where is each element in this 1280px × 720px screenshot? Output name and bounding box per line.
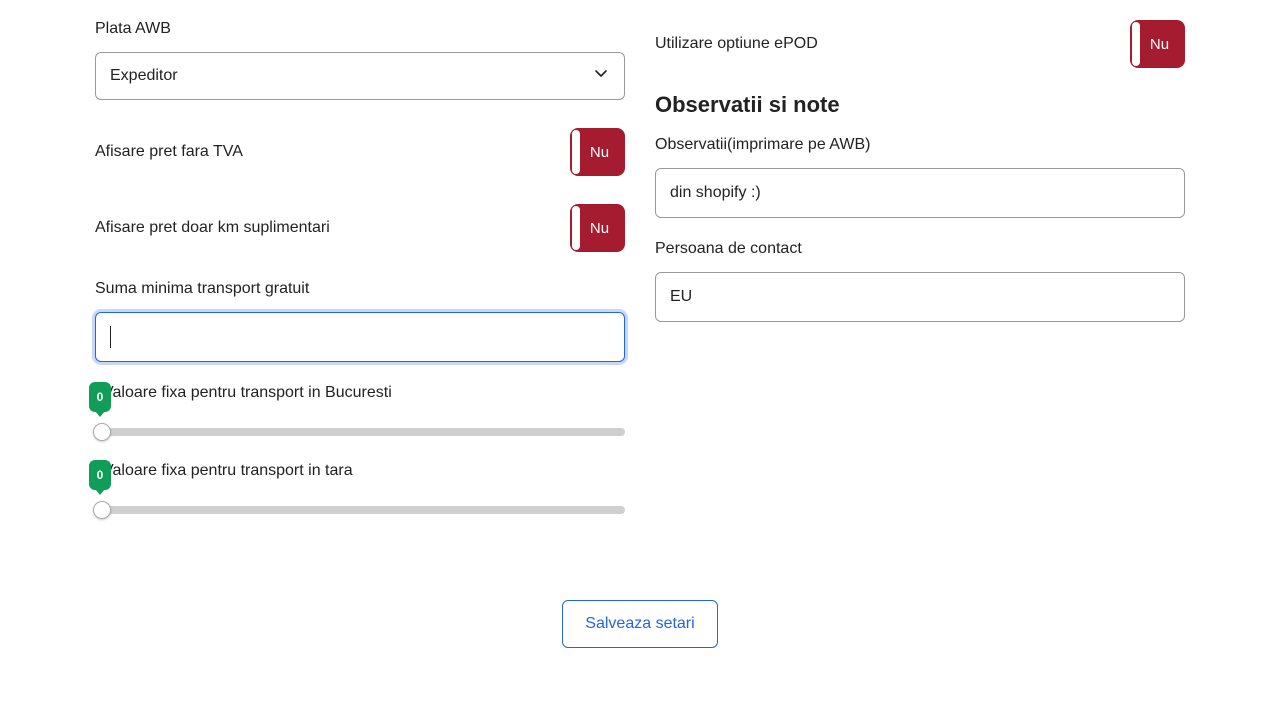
- persoana-contact-label: Persoana de contact: [655, 240, 1185, 258]
- toggle-knob: [572, 206, 580, 250]
- slider-tara-badge: 0: [89, 460, 111, 490]
- afisare-pret-km-toggle[interactable]: Nu: [570, 204, 625, 252]
- toggle-state-text: Nu: [590, 144, 609, 161]
- toggle-knob: [572, 130, 580, 174]
- slider-bucuresti-label: Valoare fixa pentru transport in Bucures…: [103, 384, 392, 402]
- slider-tara-thumb[interactable]: [93, 501, 111, 519]
- slider-tara-track[interactable]: [95, 506, 625, 514]
- afisare-pret-fara-tva-toggle[interactable]: Nu: [570, 128, 625, 176]
- epod-label: Utilizare optiune ePOD: [655, 35, 818, 53]
- toggle-state-text: Nu: [1150, 36, 1169, 53]
- afisare-pret-fara-tva-label: Afisare pret fara TVA: [95, 143, 243, 161]
- observatii-heading: Observatii si note: [655, 92, 1185, 118]
- observatii-input[interactable]: din shopify :): [655, 168, 1185, 218]
- epod-toggle[interactable]: Nu: [1130, 20, 1185, 68]
- save-settings-button[interactable]: Salveaza setari: [562, 600, 717, 648]
- suma-minima-label: Suma minima transport gratuit: [95, 280, 625, 298]
- observatii-label: Observatii(imprimare pe AWB): [655, 136, 1185, 154]
- toggle-state-text: Nu: [590, 220, 609, 237]
- text-caret: [110, 326, 111, 348]
- slider-bucuresti-track[interactable]: [95, 428, 625, 436]
- persoana-contact-input-value: EU: [670, 288, 692, 306]
- toggle-knob: [1132, 22, 1140, 66]
- plata-awb-select[interactable]: Expeditor: [95, 52, 625, 100]
- slider-bucuresti-thumb[interactable]: [93, 423, 111, 441]
- observatii-input-value: din shopify :): [670, 184, 761, 202]
- plata-awb-select-value: Expeditor: [110, 67, 178, 85]
- slider-bucuresti-badge: 0: [89, 382, 111, 412]
- suma-minima-input[interactable]: [95, 312, 625, 362]
- afisare-pret-km-label: Afisare pret doar km suplimentari: [95, 219, 330, 237]
- slider-tara-label: Valoare fixa pentru transport in tara: [103, 462, 353, 480]
- plata-awb-label: Plata AWB: [95, 20, 625, 38]
- persoana-contact-input[interactable]: EU: [655, 272, 1185, 322]
